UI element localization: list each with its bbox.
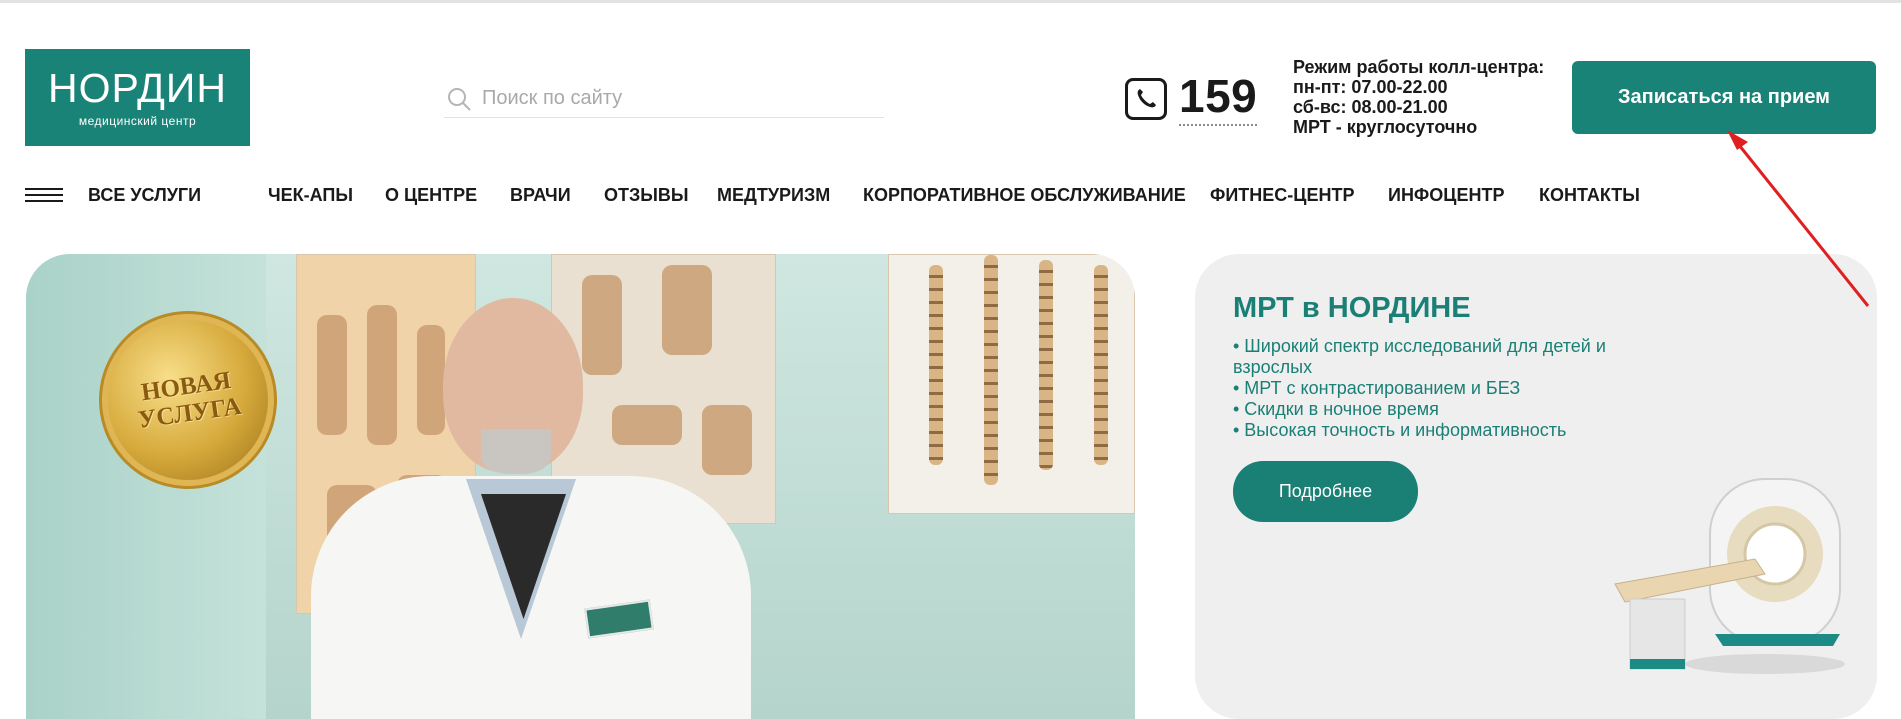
- nav-item-corporate[interactable]: КОРПОРАТИВНОЕ ОБСЛУЖИВАНИЕ: [863, 183, 1186, 207]
- search-icon[interactable]: [446, 86, 472, 112]
- nav-item-medtourism[interactable]: МЕДТУРИЗМ: [717, 183, 830, 207]
- nav-item-infocenter[interactable]: ИНФОЦЕНТР: [1388, 183, 1504, 207]
- book-appointment-button[interactable]: Записаться на прием: [1572, 61, 1876, 134]
- top-divider: [0, 0, 1901, 3]
- schedule-line: МРТ - круглосуточно: [1293, 117, 1478, 137]
- card-bullets: • Широкий спектр исследований для детей …: [1233, 336, 1663, 441]
- list-item: • Широкий спектр исследований для детей …: [1233, 336, 1606, 377]
- more-details-button[interactable]: Подробнее: [1233, 461, 1418, 522]
- mri-scanner-image: [1614, 478, 1845, 674]
- menu-icon[interactable]: [25, 188, 63, 202]
- list-item: • МРТ с контрастированием и БЕЗ: [1233, 378, 1521, 398]
- schedule-line: сб-вс: 08.00-21.00: [1293, 97, 1448, 117]
- hero-wall: [26, 254, 266, 719]
- logo[interactable]: НОРДИН медицинский центр: [25, 49, 250, 146]
- phone-icon: [1125, 78, 1167, 120]
- nav-item-fitness[interactable]: ФИТНЕС-ЦЕНТР: [1210, 183, 1354, 207]
- spine-poster: [888, 254, 1135, 514]
- nav-item-about[interactable]: О ЦЕНТРЕ: [385, 183, 477, 207]
- logo-subtitle: медицинский центр: [78, 114, 197, 128]
- nav-item-checkups[interactable]: ЧЕК-АПЫ: [268, 183, 353, 207]
- call-center-schedule: Режим работы колл-центра: пн-пт: 07.00-2…: [1293, 57, 1544, 137]
- card-title: МРТ в НОРДИНЕ: [1233, 292, 1471, 324]
- nav-item-contacts[interactable]: КОНТАКТЫ: [1539, 183, 1640, 207]
- schedule-line: пн-пт: 07.00-22.00: [1293, 77, 1448, 97]
- list-item: • Высокая точность и информативность: [1233, 420, 1567, 440]
- nav-item-reviews[interactable]: ОТЗЫВЫ: [604, 183, 689, 207]
- nav-item-doctors[interactable]: ВРАЧИ: [510, 183, 571, 207]
- search-bar[interactable]: [444, 80, 884, 118]
- logo-title: НОРДИН: [48, 65, 227, 111]
- main-nav: ВСЕ УСЛУГИ: [25, 183, 201, 207]
- schedule-title: Режим работы колл-центра:: [1293, 57, 1545, 77]
- hero-banner[interactable]: НОВАЯ УСЛУГА: [26, 254, 1135, 719]
- mrt-promo-card: МРТ в НОРДИНЕ • Широкий спектр исследова…: [1195, 254, 1877, 719]
- search-input[interactable]: [482, 87, 872, 110]
- nav-all-services[interactable]: ВСЕ УСЛУГИ: [88, 185, 201, 206]
- phone-block[interactable]: 159: [1125, 72, 1258, 126]
- phone-number[interactable]: 159: [1179, 72, 1258, 126]
- list-item: • Скидки в ночное время: [1233, 399, 1439, 419]
